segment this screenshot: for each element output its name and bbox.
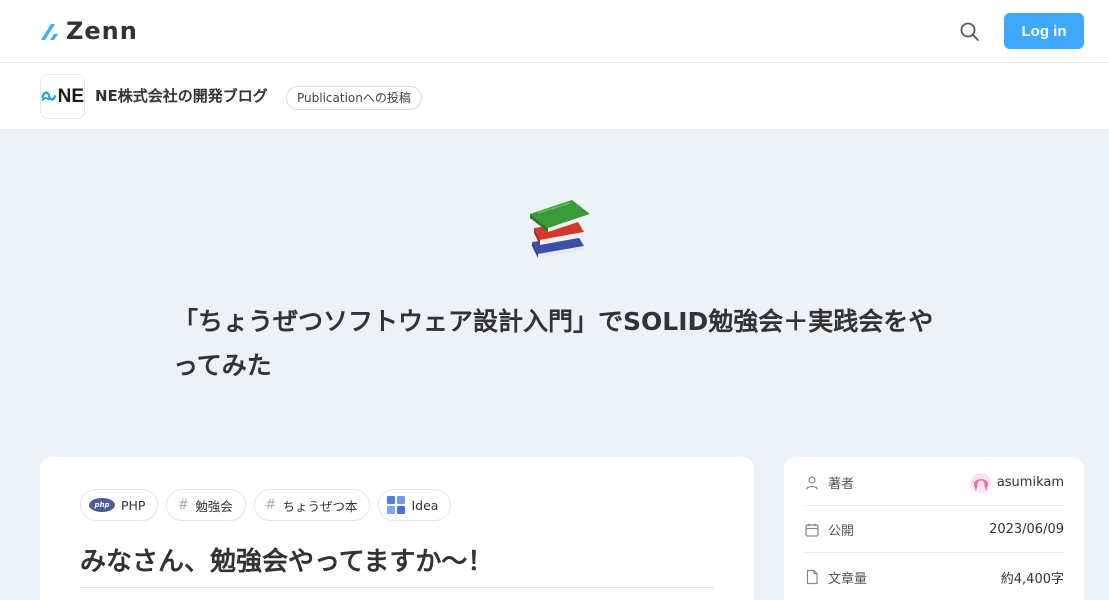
published-label: 公開 bbox=[828, 524, 855, 539]
meta-published-row: 公開 2023/06/09 bbox=[804, 507, 1064, 553]
article-meta-card: 著者 asumikam 公開 2023/06/09 文章量 約4,400字 bbox=[784, 457, 1084, 600]
tag-php[interactable]: php PHP bbox=[80, 489, 159, 521]
zenn-logo[interactable]: Zenn bbox=[40, 18, 138, 44]
published-date: 2023/06/09 bbox=[989, 522, 1064, 537]
publication-badge: Publicationへの投稿 bbox=[286, 86, 422, 110]
tag-label: PHP bbox=[121, 497, 146, 513]
tag-chouzetsu-book[interactable]: # ちょうぜつ本 bbox=[253, 489, 371, 521]
publication-avatar-text: NE bbox=[57, 85, 84, 107]
document-icon bbox=[806, 569, 818, 585]
publication-avatar[interactable]: NE bbox=[40, 74, 85, 119]
meta-length-row: 文章量 約4,400字 bbox=[804, 554, 1064, 600]
calendar-icon bbox=[805, 523, 819, 537]
author-label: 著者 bbox=[828, 477, 855, 492]
php-icon: php bbox=[89, 498, 115, 512]
author-avatar bbox=[970, 472, 991, 493]
top-bar: Zenn Log in bbox=[0, 0, 1109, 63]
login-button[interactable]: Log in bbox=[1004, 13, 1084, 49]
zenn-logo-icon bbox=[41, 24, 58, 40]
user-icon bbox=[805, 475, 819, 490]
search-icon[interactable] bbox=[958, 20, 982, 44]
tag-label: 勉強会 bbox=[195, 498, 233, 514]
length-label: 文章量 bbox=[828, 571, 868, 587]
tag-label: Idea bbox=[411, 497, 439, 513]
article-heading: みなさん、勉強会やってますか〜！ bbox=[80, 547, 494, 577]
books-emoji-icon bbox=[530, 200, 590, 258]
hash-icon: # bbox=[264, 497, 277, 513]
heading-divider bbox=[80, 587, 714, 588]
logo-text: Zenn bbox=[66, 17, 138, 45]
tag-label: ちょうぜつ本 bbox=[282, 498, 358, 514]
tag-study-group[interactable]: # 勉強会 bbox=[166, 489, 246, 521]
publication-name[interactable]: NE株式会社の開発ブログ bbox=[95, 85, 268, 106]
idea-icon bbox=[387, 496, 406, 514]
meta-author-row: 著者 asumikam bbox=[804, 460, 1064, 506]
hash-icon: # bbox=[177, 497, 190, 513]
author-name: asumikam bbox=[996, 475, 1064, 490]
tag-list: php PHP # 勉強会 # ちょうぜつ本 Idea bbox=[80, 489, 452, 521]
length-value: 約4,400字 bbox=[1000, 571, 1064, 587]
article-title: 「ちょうぜつソフトウェア設計入門」でSOLID勉強会＋実践会をやってみた bbox=[173, 307, 934, 380]
tag-idea[interactable]: Idea bbox=[378, 489, 452, 521]
ne-logo-icon bbox=[41, 91, 57, 101]
article-card: php PHP # 勉強会 # ちょうぜつ本 Idea みなさん、勉強会やってま… bbox=[40, 457, 754, 600]
publication-bar: NE NE株式会社の開発ブログ Publicationへの投稿 bbox=[0, 63, 1109, 130]
author-link[interactable]: asumikam bbox=[970, 472, 1064, 493]
